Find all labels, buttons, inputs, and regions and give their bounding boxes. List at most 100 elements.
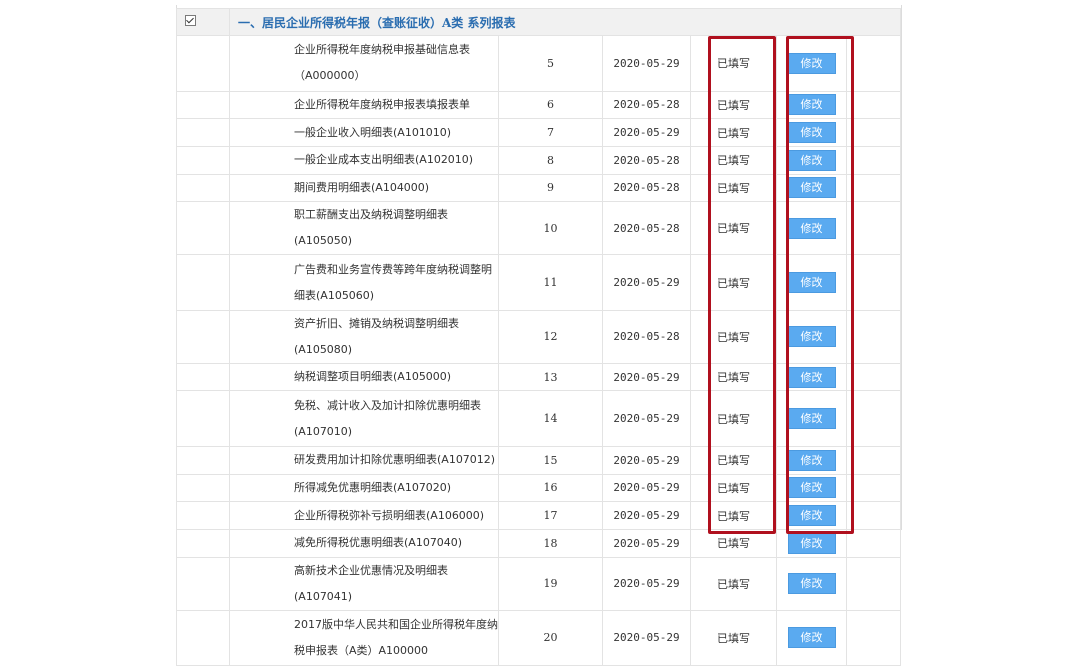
fill-date: 2020-05-28: [602, 145, 691, 175]
table-row: 广告费和业务宣传费等跨年度纳税调整明细表(A105060) 11 2020-05-2…: [176, 254, 901, 311]
form-name: 广告费和业务宣传费等跨年度纳税调整明细表(A105060): [229, 254, 499, 311]
sequence-number: 13: [498, 362, 603, 392]
action-cell: 修改: [776, 254, 847, 311]
sequence-number: 9: [498, 173, 603, 203]
trailing-cell: [846, 529, 901, 558]
trailing-cell: [846, 201, 901, 256]
sequence-number: 12: [498, 309, 603, 364]
form-name: 企业所得税年度纳税申报表填报表单: [229, 90, 499, 120]
modify-button[interactable]: 修改: [787, 505, 836, 527]
sequence-number: 7: [498, 118, 603, 147]
modify-button[interactable]: 修改: [787, 122, 836, 144]
modify-button[interactable]: 修改: [787, 408, 836, 430]
fill-status: 已填写: [690, 254, 777, 311]
table-row: 高新技术企业优惠情况及明细表(A107041) 19 2020-05-29 已填写 修改: [176, 556, 901, 611]
form-name: 企业所得税弥补亏损明细表(A106000): [229, 501, 499, 530]
modify-button[interactable]: 修改: [787, 217, 836, 239]
action-cell: 修改: [776, 473, 847, 503]
modify-button[interactable]: 修改: [787, 177, 836, 199]
modify-button[interactable]: 修改: [787, 326, 836, 348]
empty-cell: [176, 390, 230, 447]
trailing-cell: [846, 390, 901, 447]
form-name: 高新技术企业优惠情况及明细表(A107041): [229, 556, 499, 611]
fill-status: 已填写: [690, 390, 777, 447]
fill-date: 2020-05-29: [602, 118, 691, 147]
action-cell: 修改: [776, 445, 847, 475]
form-name: 资产折旧、摊销及纳税调整明细表(A105080): [229, 309, 499, 364]
trailing-cell: [846, 445, 901, 475]
sequence-number: 5: [498, 35, 603, 92]
trailing-cell: [846, 473, 901, 503]
section-checkbox[interactable]: [185, 15, 196, 26]
action-cell: 修改: [776, 90, 847, 120]
empty-cell: [176, 556, 230, 611]
form-name: 纳税调整项目明细表(A105000): [229, 362, 499, 392]
fill-date: 2020-05-29: [602, 501, 691, 530]
table-row: 减免所得税优惠明细表(A107040) 18 2020-05-29 已填写 修改: [176, 529, 901, 558]
action-cell: 修改: [776, 556, 847, 611]
fill-status: 已填写: [690, 201, 777, 256]
action-cell: 修改: [776, 529, 847, 558]
empty-cell: [176, 309, 230, 364]
modify-button[interactable]: 修改: [787, 94, 836, 116]
form-name: 一般企业收入明细表(A101010): [229, 118, 499, 147]
trailing-cell: [846, 609, 901, 666]
modify-button[interactable]: 修改: [787, 627, 836, 649]
table-row: 企业所得税年度纳税申报表填报表单 6 2020-05-28 已填写 修改: [176, 90, 901, 120]
modify-button[interactable]: 修改: [787, 449, 836, 471]
table-row: 企业所得税年度纳税申报基础信息表（A000000） 5 2020-05-29 已填写修…: [176, 35, 901, 92]
fill-date: 2020-05-28: [602, 90, 691, 120]
trailing-cell: [846, 254, 901, 311]
fill-status: 已填写: [690, 556, 777, 611]
section-checkbox-cell[interactable]: [176, 8, 230, 36]
section-title: 一、居民企业所得税年报（查账征收）A类 系列报表: [229, 8, 901, 36]
table-row: 资产折旧、摊销及纳税调整明细表(A105080) 12 2020-05-28 已填写修…: [176, 309, 901, 364]
sequence-number: 11: [498, 254, 603, 311]
fill-date: 2020-05-29: [602, 473, 691, 503]
fill-status: 已填写: [690, 529, 777, 558]
form-name: 免税、减计收入及加计扣除优惠明细表(A107010): [229, 390, 499, 447]
fill-date: 2020-05-29: [602, 390, 691, 447]
modify-button[interactable]: 修改: [787, 272, 836, 293]
modify-button[interactable]: 修改: [787, 366, 836, 388]
modify-button[interactable]: 修改: [787, 149, 836, 171]
sequence-number: 10: [498, 201, 603, 256]
empty-cell: [176, 445, 230, 475]
action-cell: 修改: [776, 501, 847, 530]
section-header-row: 一、居民企业所得税年报（查账征收）A类 系列报表: [176, 8, 901, 36]
empty-cell: [176, 201, 230, 256]
fill-date: 2020-05-29: [602, 556, 691, 611]
empty-cell: [176, 90, 230, 120]
empty-cell: [176, 173, 230, 203]
fill-date: 2020-05-28: [602, 201, 691, 256]
modify-button[interactable]: 修改: [787, 532, 836, 554]
table-row: 一般企业收入明细表(A101010) 7 2020-05-29 已填写 修改: [176, 118, 901, 147]
action-cell: 修改: [776, 309, 847, 364]
trailing-cell: [846, 362, 901, 392]
table-row: 免税、减计收入及加计扣除优惠明细表(A107010) 14 2020-05-29 已填…: [176, 390, 901, 447]
fill-status: 已填写: [690, 173, 777, 203]
modify-button[interactable]: 修改: [787, 477, 836, 499]
fill-date: 2020-05-29: [602, 609, 691, 666]
empty-cell: [176, 145, 230, 175]
sequence-number: 20: [498, 609, 603, 666]
table-row: 2017版中华人民共和国企业所得税年度纳税申报表（A类）A100000 20 202…: [176, 609, 901, 666]
fill-date: 2020-05-29: [602, 254, 691, 311]
table-row: 一般企业成本支出明细表(A102010) 8 2020-05-28 已填写 修改: [176, 145, 901, 175]
trailing-cell: [846, 145, 901, 175]
action-cell: 修改: [776, 609, 847, 666]
empty-cell: [176, 609, 230, 666]
empty-cell: [176, 501, 230, 530]
table-row: 所得减免优惠明细表(A107020) 16 2020-05-29 已填写 修改: [176, 473, 901, 503]
fill-date: 2020-05-28: [602, 309, 691, 364]
fill-date: 2020-05-29: [602, 35, 691, 92]
sequence-number: 15: [498, 445, 603, 475]
modify-button[interactable]: 修改: [787, 52, 836, 74]
fill-date: 2020-05-29: [602, 445, 691, 475]
form-name: 职工薪酬支出及纳税调整明细表(A105050): [229, 201, 499, 256]
sequence-number: 6: [498, 90, 603, 120]
fill-status: 已填写: [690, 145, 777, 175]
action-cell: 修改: [776, 201, 847, 256]
fill-status: 已填写: [690, 118, 777, 147]
modify-button[interactable]: 修改: [787, 573, 836, 595]
